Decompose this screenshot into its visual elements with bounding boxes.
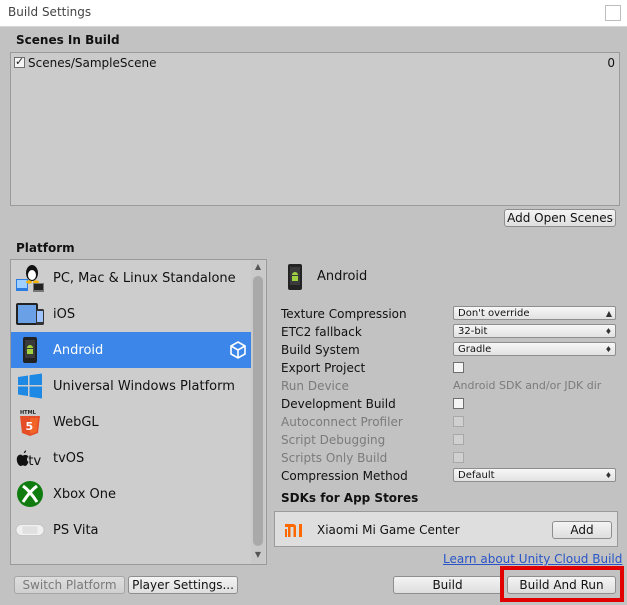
platform-label: Xbox One <box>53 487 117 502</box>
android-icon <box>285 263 305 291</box>
unity-logo-icon <box>229 341 247 359</box>
development-build-row: Development Build <box>281 395 617 413</box>
platform-item-xbox[interactable]: Xbox One <box>11 476 251 512</box>
cloud-build-link[interactable]: Learn about Unity Cloud Build <box>443 552 622 566</box>
development-build-checkbox[interactable] <box>453 398 464 409</box>
compression-method-label: Compression Method <box>281 469 408 483</box>
scripts-only-build-checkbox <box>453 452 464 463</box>
window-title: Build Settings <box>8 5 92 19</box>
scene-checkbox[interactable] <box>14 55 25 68</box>
platform-label: PS Vita <box>53 523 99 538</box>
platform-label: PC, Mac & Linux Standalone <box>53 271 236 286</box>
scene-name: Scenes/SampleScene <box>28 56 157 70</box>
platform-item-tvos[interactable]: tv tvOS <box>11 440 251 476</box>
highlight-box <box>500 566 624 602</box>
scene-index: 0 <box>607 56 615 70</box>
scene-row[interactable]: Scenes/SampleScene 0 <box>13 55 615 71</box>
autoconnect-profiler-row: Autoconnect Profiler <box>281 413 617 431</box>
scenes-header: Scenes In Build <box>16 33 120 47</box>
autoconnect-profiler-label: Autoconnect Profiler <box>281 415 403 429</box>
svg-text:5: 5 <box>26 420 34 433</box>
platform-label: Universal Windows Platform <box>53 379 235 394</box>
run-device-label: Run Device <box>281 379 349 393</box>
close-button[interactable] <box>605 5 621 21</box>
dropdown-value: 32-bit <box>458 326 488 337</box>
xbox-icon <box>15 480 45 508</box>
pc-mac-linux-icon <box>15 264 45 292</box>
platform-item-ios[interactable]: iOS <box>11 296 251 332</box>
script-debugging-row: Script Debugging <box>281 431 617 449</box>
etc2-fallback-dropdown[interactable]: 32-bit ♦ <box>453 324 616 338</box>
apple-tv-icon: tv <box>15 444 45 472</box>
etc2-fallback-label: ETC2 fallback <box>281 325 362 339</box>
platform-item-android[interactable]: Android <box>11 332 251 368</box>
player-settings-button[interactable]: Player Settings... <box>128 576 238 594</box>
sdk-item: Xiaomi Mi Game Center Add <box>274 511 618 547</box>
texture-compression-label: Texture Compression <box>281 307 407 321</box>
dropdown-value: Don't override <box>458 308 530 319</box>
dropdown-arrow-icon: ♦ <box>604 345 612 354</box>
xiaomi-mi-icon <box>284 521 306 539</box>
run-device-value: Android SDK and/or JDK dir <box>453 379 602 392</box>
title-bar: Build Settings <box>0 0 627 27</box>
autoconnect-profiler-checkbox <box>453 416 464 427</box>
platform-list[interactable]: PC, Mac & Linux Standalone iOS Android U… <box>10 259 267 565</box>
build-system-row: Build System Gradle ♦ <box>281 341 617 359</box>
add-open-scenes-button[interactable]: Add Open Scenes <box>504 209 616 227</box>
texture-compression-row: Texture Compression Don't override ▲ <box>281 305 617 323</box>
platform-item-uwp[interactable]: Universal Windows Platform <box>11 368 251 404</box>
scroll-up-icon[interactable]: ▲ <box>253 262 263 274</box>
scroll-thumb[interactable] <box>253 276 263 546</box>
export-project-checkbox[interactable] <box>453 362 464 373</box>
development-build-label: Development Build <box>281 397 396 411</box>
selected-platform-title: Android <box>317 269 368 284</box>
script-debugging-checkbox <box>453 434 464 445</box>
dropdown-value: Default <box>458 470 495 481</box>
dropdown-arrow-icon: ▲ <box>605 309 612 318</box>
sdks-header: SDKs for App Stores <box>281 491 419 505</box>
compression-method-dropdown[interactable]: Default ♦ <box>453 468 616 482</box>
build-system-dropdown[interactable]: Gradle ♦ <box>453 342 616 356</box>
android-icon <box>15 336 45 364</box>
ios-icon <box>15 300 45 328</box>
dropdown-value: Gradle <box>458 344 492 355</box>
svg-text:HTML: HTML <box>20 410 37 416</box>
ps-vita-icon <box>15 516 45 544</box>
platform-label: tvOS <box>53 451 85 466</box>
platform-label: Android <box>53 343 104 358</box>
scroll-down-icon[interactable]: ▼ <box>253 550 263 562</box>
platform-item-standalone[interactable]: PC, Mac & Linux Standalone <box>11 260 251 296</box>
build-button[interactable]: Build <box>393 576 502 594</box>
texture-compression-dropdown[interactable]: Don't override ▲ <box>453 306 616 320</box>
platform-label: WebGL <box>53 415 99 430</box>
add-sdk-button[interactable]: Add <box>552 521 612 539</box>
scenes-list[interactable]: Scenes/SampleScene 0 <box>10 52 620 206</box>
platform-item-webgl[interactable]: HTML 5 WebGL <box>11 404 251 440</box>
script-debugging-label: Script Debugging <box>281 433 386 447</box>
platform-item-ps-vita[interactable]: PS Vita <box>11 512 251 548</box>
build-system-label: Build System <box>281 343 360 357</box>
run-device-row: Run Device Android SDK and/or JDK dir <box>281 377 617 395</box>
sdk-name: Xiaomi Mi Game Center <box>317 523 460 537</box>
switch-platform-button[interactable]: Switch Platform <box>14 576 125 594</box>
dropdown-arrow-icon: ♦ <box>604 471 612 480</box>
platform-header: Platform <box>16 241 75 255</box>
export-project-label: Export Project <box>281 361 366 375</box>
platform-scrollbar[interactable]: ▲ ▼ <box>251 260 265 564</box>
scripts-only-build-label: Scripts Only Build <box>281 451 388 465</box>
export-project-row: Export Project <box>281 359 617 377</box>
dropdown-arrow-icon: ♦ <box>604 327 612 336</box>
svg-text:tv: tv <box>28 454 41 469</box>
scripts-only-build-row: Scripts Only Build <box>281 449 617 467</box>
compression-method-row: Compression Method Default ♦ <box>281 467 617 485</box>
etc2-fallback-row: ETC2 fallback 32-bit ♦ <box>281 323 617 341</box>
platform-label: iOS <box>53 307 76 322</box>
windows-icon <box>15 372 45 400</box>
html5-icon: HTML 5 <box>15 408 45 436</box>
